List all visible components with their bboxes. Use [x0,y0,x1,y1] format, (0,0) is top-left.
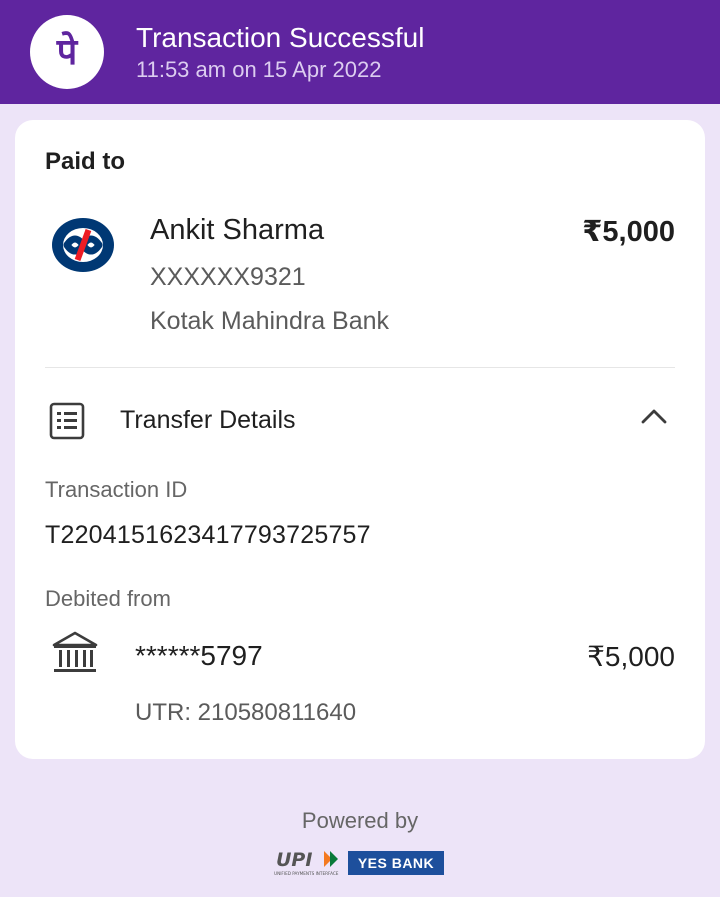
receipt-icon [49,402,85,445]
debited-account-number: ******5797 [135,640,263,671]
chevron-up-icon[interactable] [641,408,667,429]
transaction-id-label: Transaction ID [45,477,188,502]
payee-name: Ankit Sharma [150,214,325,246]
bank-icon [51,629,99,682]
transfer-details-toggle[interactable]: Transfer Details [15,388,705,454]
transaction-id-value[interactable]: T2204151623417793725757 [45,521,371,550]
logo-letter: पे [56,31,79,73]
yes-bank-logo: YES BANK [348,851,444,875]
transaction-timestamp: 11:53 am on 15 Apr 2022 [136,57,382,82]
header-bar: पे Transaction Successful 11:53 am on 15… [0,0,720,104]
phonepe-logo: पे [30,15,104,89]
transaction-card: Paid to Ankit Sharma ₹5,000 XXXXXX9321 K… [15,120,705,759]
utr-number[interactable]: UTR: 210580811640 [135,699,356,727]
phonepe-logo-glyph: पे [56,31,79,73]
debited-from-label: Debited from [45,586,171,611]
upi-logo-text: UPI [276,849,312,871]
payee-bank-name: Kotak Mahindra Bank [150,307,390,335]
powered-by-label: Powered by [301,808,419,833]
debited-amount: ₹5,000 [587,641,675,672]
upi-tagline: UNIFIED PAYMENTS INTERFACE [274,871,339,876]
divider [45,367,675,368]
payee-account-number: XXXXXX9321 [150,263,306,291]
page-title: Transaction Successful [136,22,425,53]
transfer-details-label: Transfer Details [120,406,296,434]
paid-to-label: Paid to [45,148,126,175]
upi-logo: UPI UNIFIED PAYMENTS INTERFACE [272,848,344,883]
payee-amount: ₹5,000 [582,216,675,248]
kotak-bank-logo-icon [51,217,115,273]
